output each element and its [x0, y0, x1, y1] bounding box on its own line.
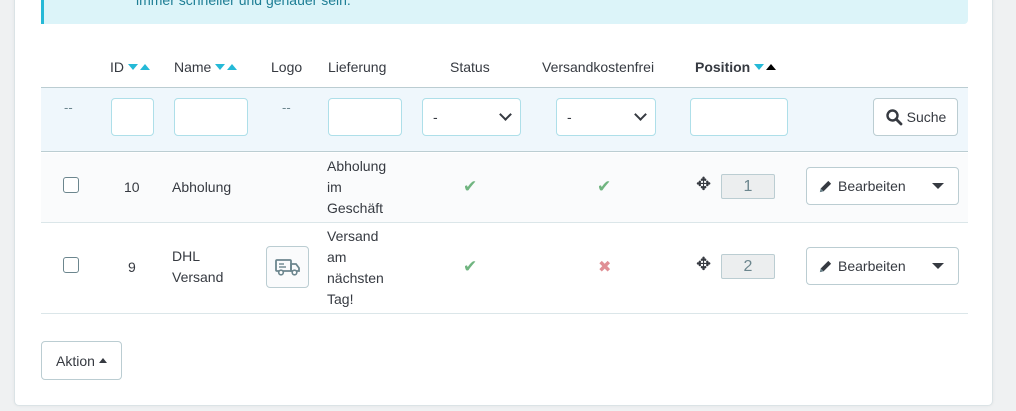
column-header-name-label: Name: [174, 59, 212, 75]
sort-asc-icon[interactable]: [140, 64, 150, 70]
filter-logo-placeholder: --: [282, 100, 291, 115]
filter-delivery-input[interactable]: [328, 98, 402, 136]
chevron-down-icon: [499, 108, 512, 121]
search-button[interactable]: Suche: [873, 98, 958, 136]
filter-checkbox-placeholder: --: [64, 100, 73, 115]
row-delivery-line: nächsten: [327, 270, 384, 286]
column-header-id[interactable]: ID: [110, 58, 150, 76]
filter-free-shipping-value: -: [567, 109, 572, 125]
truck-icon: [274, 259, 300, 276]
filter-free-shipping-select[interactable]: -: [556, 98, 656, 136]
column-header-free-shipping: Versandkostenfrei: [542, 58, 654, 76]
filter-position-input[interactable]: [690, 98, 788, 136]
row-select-checkbox[interactable]: [63, 177, 79, 193]
search-icon: [885, 109, 903, 126]
position-badge: 1: [721, 174, 775, 199]
column-header-position[interactable]: Position: [695, 58, 777, 76]
column-header-delivery: Lieferung: [328, 58, 386, 76]
pencil-icon: [819, 180, 832, 192]
row-delivery-line: am: [327, 249, 347, 265]
sort-icons: [215, 64, 238, 70]
sort-desc-icon[interactable]: [215, 64, 226, 70]
chevron-down-icon: [634, 108, 647, 121]
filter-status-value: -: [433, 109, 438, 125]
drag-move-icon[interactable]: ✥: [696, 254, 711, 275]
info-alert: immer schneller und genauer sein.: [41, 0, 968, 24]
carrier-logo: [266, 246, 309, 288]
bulk-action-button[interactable]: Aktion: [41, 341, 122, 380]
row-name-line: Versand: [172, 269, 224, 285]
position-value: 1: [743, 177, 753, 195]
free-shipping-enabled-check-icon[interactable]: ✔: [597, 177, 611, 197]
sort-desc-icon[interactable]: [128, 64, 138, 70]
column-header-status: Status: [450, 58, 490, 76]
column-header-position-label: Position: [695, 59, 751, 75]
sort-icons: [754, 64, 777, 70]
pencil-icon: [819, 260, 832, 272]
sort-icons: [128, 64, 150, 70]
filter-id-input[interactable]: [111, 98, 154, 136]
row-id: 10: [124, 179, 140, 195]
edit-button-label: Bearbeiten: [838, 258, 906, 274]
bulk-action-label: Aktion: [56, 352, 95, 369]
row-name: DHL Versand: [172, 246, 223, 288]
position-value: 2: [743, 257, 753, 275]
edit-button-label: Bearbeiten: [838, 178, 906, 194]
row-delivery: Versand am nächsten Tag!: [327, 226, 384, 310]
column-header-id-label: ID: [110, 59, 124, 75]
edit-button-main[interactable]: Bearbeiten: [807, 178, 932, 194]
column-header-free-shipping-label: Versandkostenfrei: [542, 59, 655, 75]
edit-button[interactable]: Bearbeiten: [806, 167, 959, 205]
row-delivery: Abholung im Geschäft: [327, 156, 386, 219]
info-alert-text: immer schneller und genauer sein.: [136, 0, 351, 8]
row-select-checkbox[interactable]: [63, 257, 79, 273]
drag-move-icon[interactable]: ✥: [696, 174, 711, 195]
position-badge: 2: [721, 254, 775, 279]
column-header-status-label: Status: [450, 59, 490, 75]
caret-up-icon: [98, 358, 107, 363]
sort-asc-icon[interactable]: [227, 64, 238, 70]
row-name-line: DHL: [172, 248, 201, 264]
filter-status-select[interactable]: -: [422, 98, 521, 136]
column-header-name[interactable]: Name: [174, 58, 238, 76]
row-id: 9: [128, 259, 136, 275]
row-delivery-line: Abholung: [327, 158, 387, 174]
search-button-label: Suche: [906, 109, 947, 125]
row-name: Abholung: [172, 179, 232, 195]
column-header-delivery-label: Lieferung: [328, 59, 387, 75]
free-shipping-disabled-cross-icon[interactable]: ✖: [598, 257, 611, 277]
row-delivery-line: Geschäft: [327, 200, 384, 216]
status-enabled-check-icon[interactable]: ✔: [463, 257, 477, 277]
edit-button[interactable]: Bearbeiten: [806, 247, 959, 285]
status-enabled-check-icon[interactable]: ✔: [463, 177, 477, 197]
row-delivery-line: im: [327, 179, 342, 195]
row-delivery-line: Versand: [327, 228, 379, 244]
dropdown-caret-icon[interactable]: [932, 183, 944, 189]
sort-desc-icon[interactable]: [754, 64, 765, 70]
filter-name-input[interactable]: [174, 98, 248, 136]
edit-button-main[interactable]: Bearbeiten: [807, 258, 932, 274]
column-header-logo: Logo: [271, 58, 302, 76]
dropdown-caret-icon[interactable]: [932, 263, 944, 269]
column-header-logo-label: Logo: [271, 59, 303, 75]
row-delivery-line: Tag!: [327, 291, 354, 307]
sort-asc-active-icon[interactable]: [766, 64, 777, 70]
